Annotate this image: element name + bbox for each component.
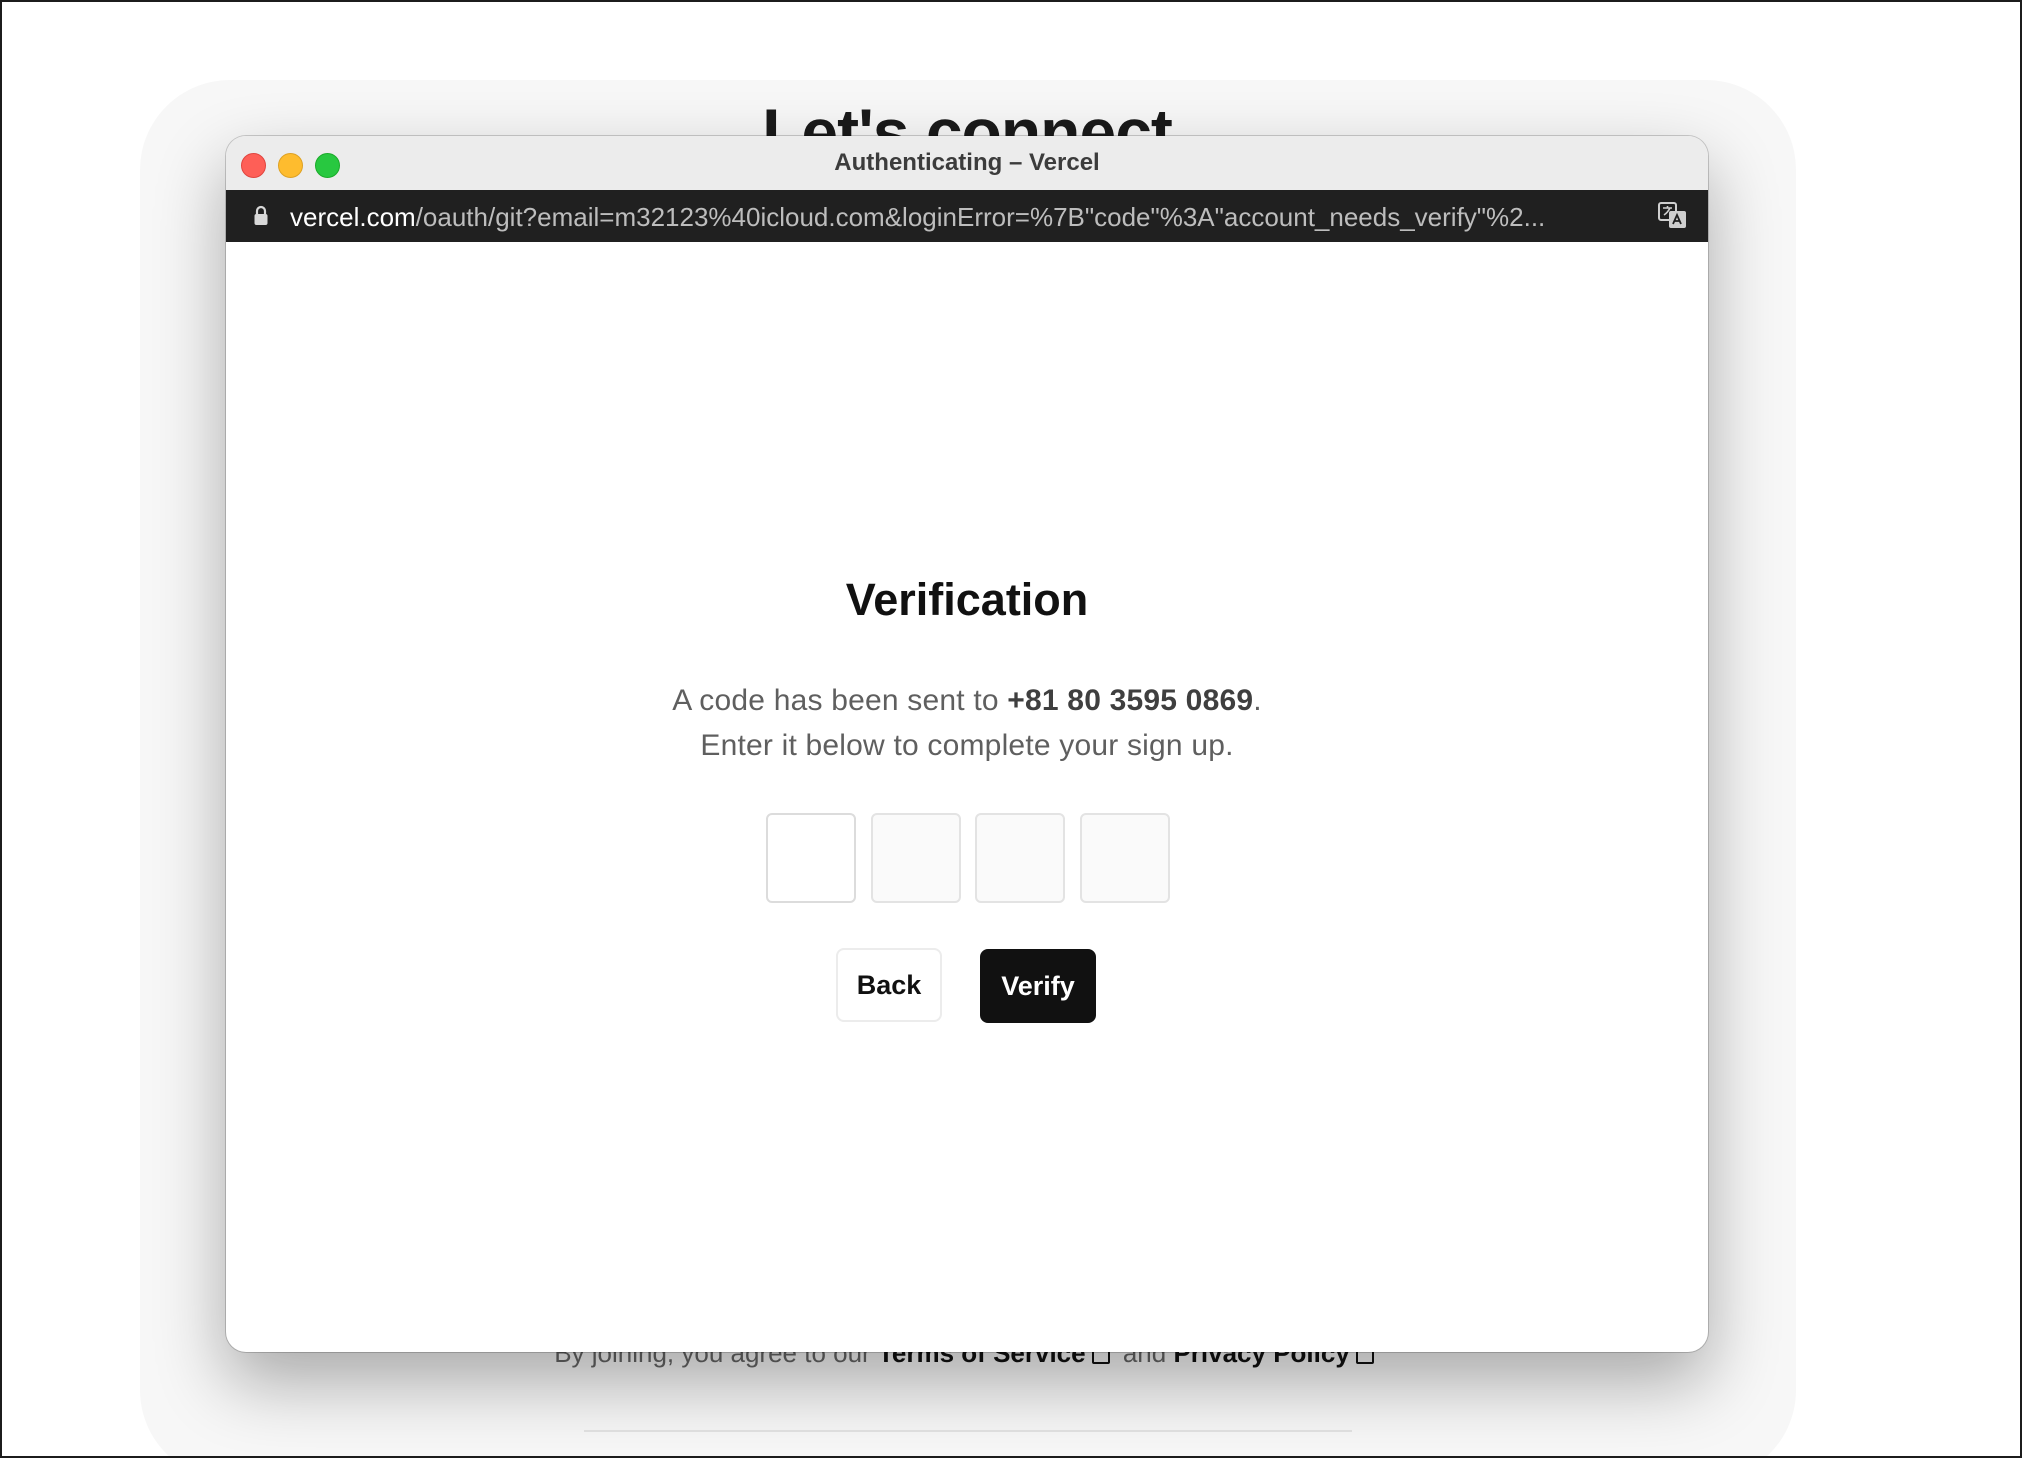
translate-icon[interactable] [1658,202,1688,230]
url-bar[interactable]: vercel.com/oauth/git?email=m32123%40iclo… [226,190,1708,242]
verification-description: A code has been sent to +81 80 3595 0869… [226,678,1708,768]
code-digit-2[interactable] [871,813,961,903]
description-suffix: . [1253,684,1262,717]
url-text[interactable]: vercel.com/oauth/git?email=m32123%40iclo… [290,202,1630,233]
code-digit-1[interactable] [766,813,856,903]
verify-button[interactable]: Verify [980,949,1096,1023]
back-button[interactable]: Back [836,948,942,1022]
code-input-row [766,813,1176,903]
verification-title: Verification [845,574,1089,625]
code-digit-4[interactable] [1080,813,1170,903]
lock-icon [254,205,268,225]
url-path: /oauth/git?email=m32123%40icloud.com&log… [415,202,1546,232]
description-line-2: Enter it below to complete your sign up. [700,729,1234,762]
phone-number: +81 80 3595 0869 [1007,684,1254,717]
description-prefix: A code has been sent to [672,684,999,717]
divider [584,1430,1352,1432]
window-title: Authenticating – Vercel [834,149,1100,176]
window-titlebar[interactable]: Authenticating – Vercel [226,136,1708,191]
code-digit-3[interactable] [975,813,1065,903]
description-line-1: A code has been sent to +81 80 3595 0869… [226,678,1708,723]
page-frame: Let's connect By joining, you agree to o… [0,0,2022,1458]
url-domain: vercel.com [290,202,416,232]
auth-popup-window: Authenticating – Vercel vercel.com/oauth… [226,136,1708,1352]
verification-content: Verification A code has been sent to +81… [226,242,1708,1352]
